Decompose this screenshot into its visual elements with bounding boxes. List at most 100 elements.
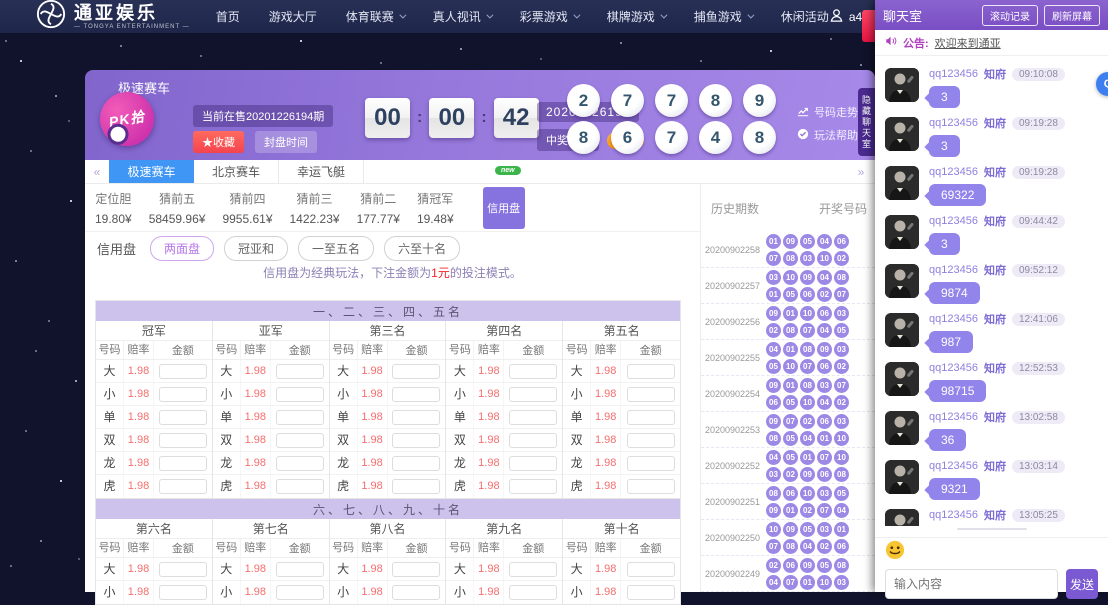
bet-option-label[interactable]: 大 bbox=[213, 558, 241, 580]
game-tab-2[interactable]: 北京赛车 bbox=[194, 160, 279, 183]
bet-amount-input[interactable] bbox=[276, 410, 324, 425]
bet-amount-input[interactable] bbox=[276, 562, 324, 577]
bet-amount-input[interactable] bbox=[276, 456, 324, 471]
bet-amount-input[interactable] bbox=[627, 456, 675, 471]
bet-option-label[interactable]: 小 bbox=[563, 383, 591, 405]
bet-amount-input[interactable] bbox=[159, 410, 207, 425]
bet-option-label[interactable]: 大 bbox=[446, 558, 474, 580]
emoji-button[interactable] bbox=[885, 540, 905, 565]
bet-amount-input[interactable] bbox=[627, 562, 675, 577]
favorite-button[interactable]: ★收藏 bbox=[193, 131, 244, 153]
bet-option-label[interactable]: 小 bbox=[446, 581, 474, 604]
bet-amount-input[interactable] bbox=[276, 479, 324, 494]
play-help-link[interactable]: 玩法帮助 bbox=[797, 127, 858, 143]
chat-messages[interactable]: qq123456知府09:10:083qq123456知府09:19:283qq… bbox=[875, 56, 1108, 526]
bet-option-label[interactable]: 龙 bbox=[446, 452, 474, 474]
chat-message-input[interactable] bbox=[885, 569, 1058, 599]
refresh-screen-button[interactable]: 刷新屏幕 bbox=[1044, 5, 1100, 26]
subnav-pill-1[interactable]: 两面盘 bbox=[150, 236, 214, 261]
nav-item-8[interactable]: 休闲活动 bbox=[781, 8, 829, 25]
bet-option-label[interactable]: 单 bbox=[213, 406, 241, 428]
bet-option-label[interactable]: 小 bbox=[96, 581, 124, 604]
category-item-2[interactable]: 猜前五58459.96¥ bbox=[149, 190, 206, 226]
bet-amount-input[interactable] bbox=[159, 479, 207, 494]
bet-amount-input[interactable] bbox=[392, 387, 440, 402]
bet-option-label[interactable]: 龙 bbox=[96, 452, 124, 474]
category-item-5[interactable]: 猜前二177.77¥ bbox=[357, 190, 400, 226]
bet-option-label[interactable]: 单 bbox=[96, 406, 124, 428]
bet-option-label[interactable]: 小 bbox=[446, 383, 474, 405]
bet-option-label[interactable]: 双 bbox=[213, 429, 241, 451]
number-trend-link[interactable]: 号码走势 bbox=[797, 104, 858, 120]
bet-amount-input[interactable] bbox=[627, 410, 675, 425]
subnav-pill-3[interactable]: 一至五名 bbox=[298, 236, 374, 261]
bet-amount-input[interactable] bbox=[509, 433, 557, 448]
bet-option-label[interactable]: 龙 bbox=[213, 452, 241, 474]
bet-amount-input[interactable] bbox=[276, 433, 324, 448]
nav-item-5[interactable]: 彩票游戏 bbox=[520, 8, 578, 25]
nav-item-7[interactable]: 捕鱼游戏 bbox=[694, 8, 752, 25]
bet-option-label[interactable]: 虎 bbox=[213, 475, 241, 498]
bet-amount-input[interactable] bbox=[627, 585, 675, 600]
nav-item-1[interactable]: 首页 bbox=[216, 8, 240, 25]
bet-amount-input[interactable] bbox=[509, 479, 557, 494]
game-tab-3[interactable]: 幸运飞艇 bbox=[279, 160, 364, 183]
bet-option-label[interactable]: 大 bbox=[330, 558, 358, 580]
bet-amount-input[interactable] bbox=[509, 562, 557, 577]
bet-option-label[interactable]: 单 bbox=[563, 406, 591, 428]
bet-amount-input[interactable] bbox=[159, 433, 207, 448]
game-tab-1[interactable]: 极速赛车 bbox=[109, 160, 194, 183]
bet-amount-input[interactable] bbox=[509, 585, 557, 600]
scroll-right-icon[interactable]: » bbox=[849, 160, 873, 184]
bet-amount-input[interactable] bbox=[627, 364, 675, 379]
bet-option-label[interactable]: 双 bbox=[330, 429, 358, 451]
bet-amount-input[interactable] bbox=[159, 387, 207, 402]
subnav-pill-2[interactable]: 冠亚和 bbox=[224, 236, 288, 261]
bet-option-label[interactable]: 双 bbox=[563, 429, 591, 451]
bet-option-label[interactable]: 单 bbox=[446, 406, 474, 428]
bet-amount-input[interactable] bbox=[509, 456, 557, 471]
site-logo[interactable]: 通亚娱乐 — TONGYA ENTERTAINMENT — bbox=[36, 0, 190, 34]
nav-item-2[interactable]: 游戏大厅 bbox=[269, 8, 317, 25]
bet-amount-input[interactable] bbox=[509, 410, 557, 425]
bet-amount-input[interactable] bbox=[509, 364, 557, 379]
category-item-3[interactable]: 猜前四9955.61¥ bbox=[222, 190, 272, 226]
bet-amount-input[interactable] bbox=[627, 387, 675, 402]
bet-option-label[interactable]: 龙 bbox=[563, 452, 591, 474]
bet-option-label[interactable]: 大 bbox=[446, 360, 474, 382]
scroll-left-icon[interactable]: « bbox=[85, 160, 109, 183]
bet-option-label[interactable]: 双 bbox=[446, 429, 474, 451]
hide-chat-tab[interactable]: 隐藏聊天室 bbox=[858, 88, 875, 156]
category-item-6[interactable]: 猜冠军19.48¥ bbox=[417, 190, 454, 226]
bet-amount-input[interactable] bbox=[392, 410, 440, 425]
nav-item-4[interactable]: 真人视讯 bbox=[433, 8, 491, 25]
bet-amount-input[interactable] bbox=[392, 562, 440, 577]
bet-option-label[interactable]: 虎 bbox=[96, 475, 124, 498]
bet-amount-input[interactable] bbox=[276, 364, 324, 379]
credit-panel-button[interactable]: 信用盘 bbox=[483, 187, 525, 229]
bet-option-label[interactable]: 小 bbox=[213, 581, 241, 604]
category-item-1[interactable]: 定位胆19.80¥ bbox=[95, 190, 132, 226]
category-item-4[interactable]: 猜前三1422.23¥ bbox=[290, 190, 340, 226]
bet-option-label[interactable]: 龙 bbox=[330, 452, 358, 474]
bet-amount-input[interactable] bbox=[276, 387, 324, 402]
send-button[interactable]: 发送 bbox=[1066, 569, 1098, 599]
bet-amount-input[interactable] bbox=[627, 479, 675, 494]
bet-option-label[interactable]: 虎 bbox=[446, 475, 474, 498]
bet-option-label[interactable]: 大 bbox=[563, 558, 591, 580]
bet-amount-input[interactable] bbox=[276, 585, 324, 600]
subnav-pill-4[interactable]: 六至十名 bbox=[384, 236, 460, 261]
nav-item-3[interactable]: 体育联赛 bbox=[346, 8, 404, 25]
scroll-record-button[interactable]: 滚动记录 bbox=[982, 5, 1038, 26]
bet-amount-input[interactable] bbox=[392, 479, 440, 494]
bet-option-label[interactable]: 大 bbox=[96, 360, 124, 382]
bet-option-label[interactable]: 小 bbox=[213, 383, 241, 405]
bet-option-label[interactable]: 双 bbox=[96, 429, 124, 451]
bet-option-label[interactable]: 大 bbox=[330, 360, 358, 382]
bet-option-label[interactable]: 大 bbox=[96, 558, 124, 580]
bet-option-label[interactable]: 大 bbox=[213, 360, 241, 382]
bet-amount-input[interactable] bbox=[159, 364, 207, 379]
bet-amount-input[interactable] bbox=[509, 387, 557, 402]
nav-item-6[interactable]: 棋牌游戏 bbox=[607, 8, 665, 25]
bet-option-label[interactable]: 小 bbox=[330, 383, 358, 405]
